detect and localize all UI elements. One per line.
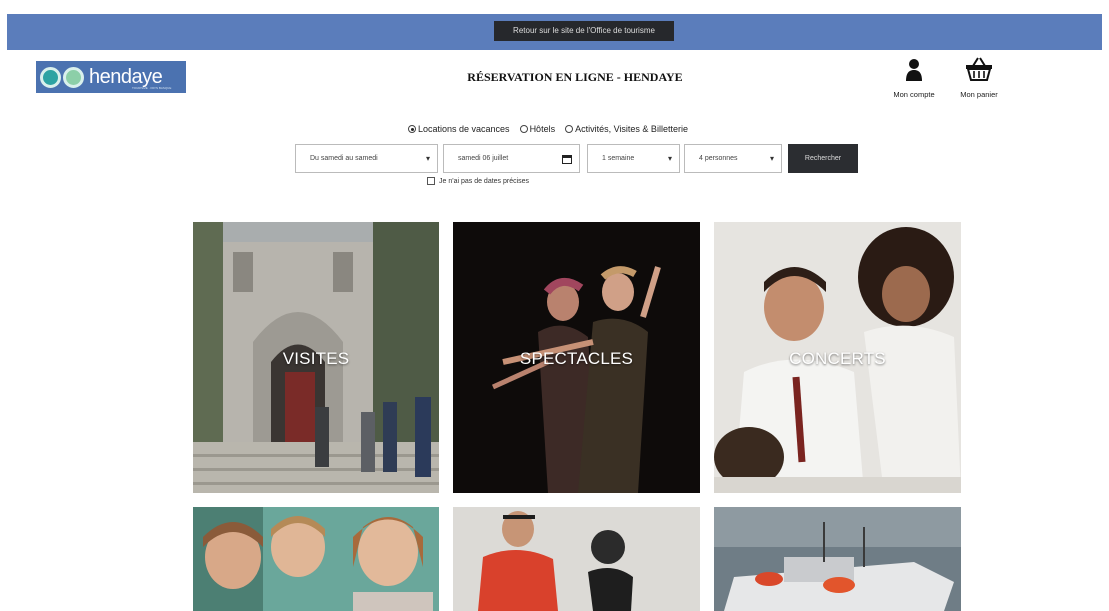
duration-value: 1 semaine [602, 155, 635, 162]
radio-locations[interactable]: Locations de vacances [408, 124, 510, 134]
radio-label: Hôtels [529, 124, 556, 134]
back-to-tourism-site-button[interactable]: Retour sur le site de l'Office de touris… [494, 21, 674, 41]
page-title: RÉSERVATION EN LIGNE - HENDAYE [467, 70, 683, 84]
bike-photo [453, 507, 700, 611]
guests-select[interactable]: 4 personnes ▾ [684, 144, 782, 173]
tile-activities-kids[interactable] [193, 507, 439, 611]
tile-label: VISITES [282, 349, 350, 368]
logo-wave-icon [40, 66, 61, 88]
guests-value: 4 personnes [699, 155, 738, 162]
kids-photo [193, 507, 439, 611]
tile-label: CONCERTS [789, 349, 886, 368]
account-label: Mon compte [893, 90, 935, 99]
account-link[interactable]: Mon compte [889, 58, 939, 99]
logo-leaf-icon [63, 66, 84, 88]
cart-label: Mon panier [960, 90, 998, 99]
category-radio-group: Locations de vacances Hôtels Activités, … [408, 124, 688, 134]
tile-visites[interactable]: VISITES [193, 222, 439, 493]
duration-select[interactable]: 1 semaine ▾ [587, 144, 680, 173]
arrival-date-input[interactable]: samedi 06 juillet [443, 144, 580, 173]
chevron-down-icon: ▾ [769, 154, 774, 163]
top-banner: Retour sur le site de l'Office de touris… [7, 14, 1102, 50]
radio-dot [519, 125, 528, 133]
chevron-down-icon: ▾ [425, 154, 430, 163]
stay-type-value: Du samedi au samedi [310, 155, 378, 162]
stay-type-select[interactable]: Du samedi au samedi ▾ [295, 144, 438, 173]
tile-spectacles[interactable]: SPECTACLES [453, 222, 700, 493]
boat-photo [714, 507, 961, 611]
basket-icon [966, 57, 992, 81]
tile-activities-boat[interactable] [714, 507, 961, 611]
no-dates-checkbox[interactable]: Je n'ai pas de dates précises [427, 177, 529, 185]
calendar-icon [562, 154, 572, 164]
tile-activities-bike[interactable] [453, 507, 700, 611]
no-dates-label: Je n'ai pas de dates précises [439, 177, 530, 185]
radio-activities[interactable]: Activités, Visites & Billetterie [565, 124, 688, 134]
radio-dot [565, 125, 574, 133]
logo-tagline: TOURISME · PAYS BASQUE [132, 86, 172, 90]
user-icon [906, 59, 922, 81]
checkbox-box [427, 177, 435, 185]
search-button[interactable]: Rechercher [788, 144, 858, 173]
chevron-down-icon: ▾ [667, 154, 672, 163]
tile-concerts[interactable]: CONCERTS [714, 222, 961, 493]
hendaye-logo[interactable]: hendaye TOURISME · PAYS BASQUE [36, 61, 186, 93]
tile-label: SPECTACLES [519, 349, 634, 368]
cart-link[interactable]: Mon panier [951, 56, 1007, 99]
arrival-date-value: samedi 06 juillet [458, 155, 509, 162]
radio-hotels[interactable]: Hôtels [519, 124, 556, 134]
radio-label: Activités, Visites & Billetterie [575, 124, 688, 134]
radio-label: Locations de vacances [418, 124, 510, 134]
radio-dot-selected [408, 125, 416, 133]
